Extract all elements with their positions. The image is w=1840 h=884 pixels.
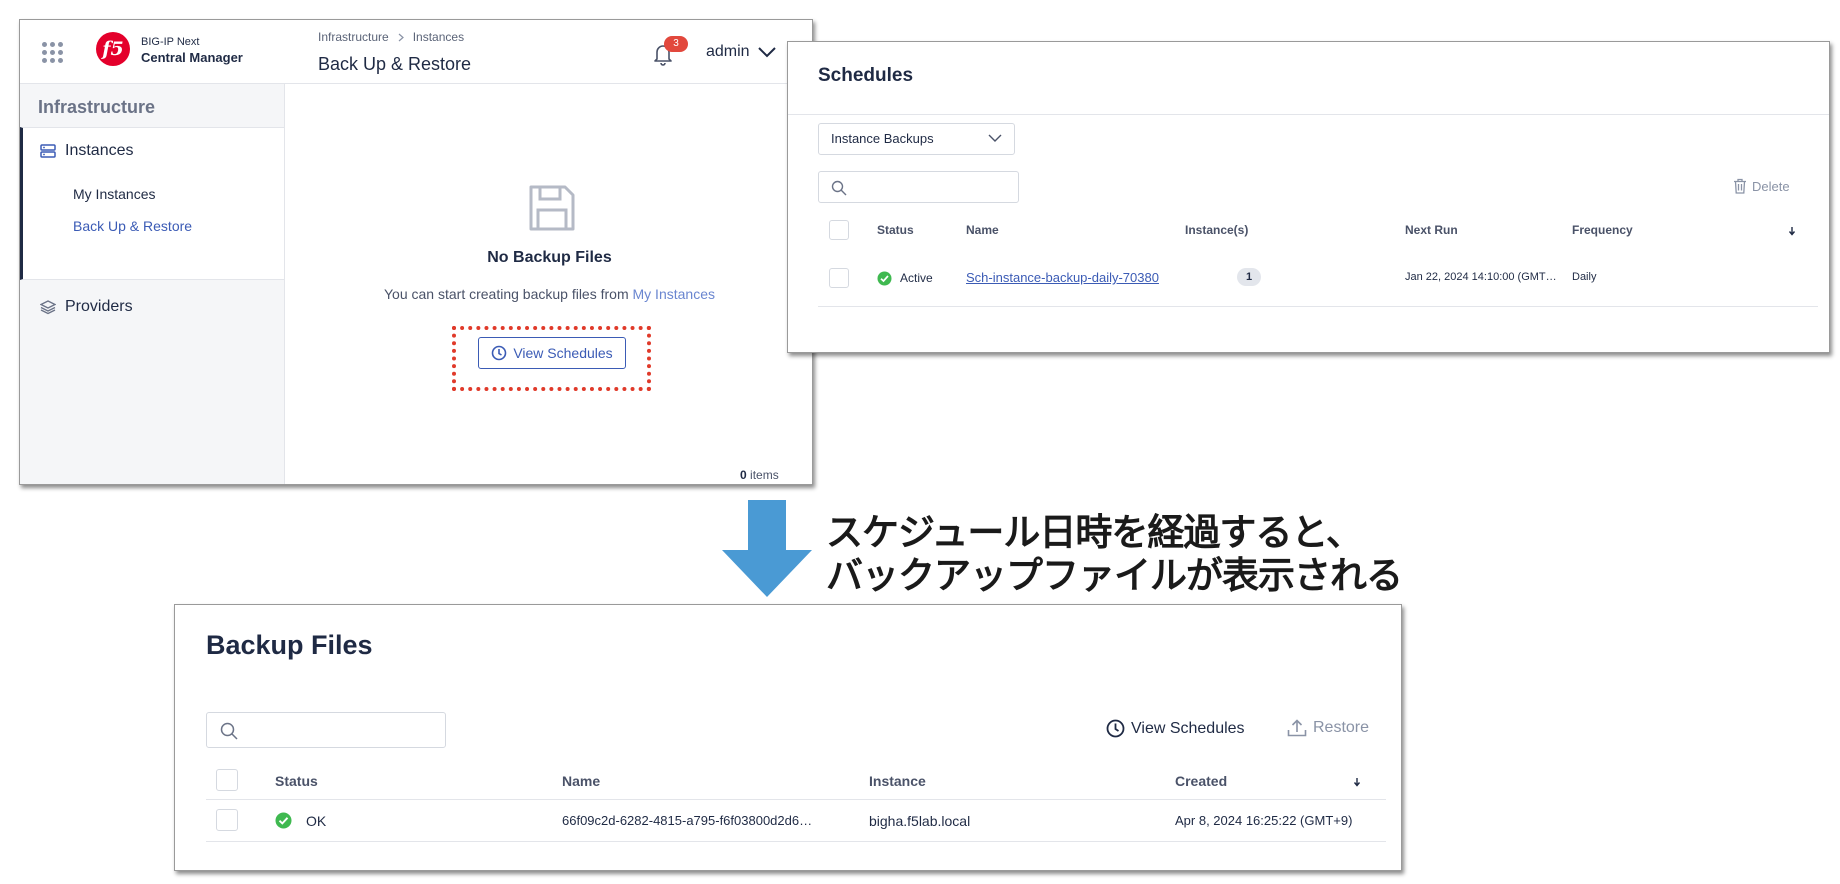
sidebar-item-back-up-restore[interactable]: Back Up & Restore	[73, 218, 192, 234]
row-instance: bigha.f5lab.local	[869, 813, 971, 829]
items-counter: 0 items	[740, 468, 779, 482]
select-all-checkbox[interactable]	[216, 769, 238, 791]
row-status: OK	[306, 813, 327, 829]
empty-state-description: You can start creating backup files from…	[285, 286, 812, 302]
backup-files-title: Backup Files	[206, 630, 373, 660]
sidebar: f5 BIG-IP Next Central Manager Infrastru…	[20, 20, 285, 484]
restore-button[interactable]: Restore	[1287, 719, 1369, 737]
view-schedules-button[interactable]: View Schedules	[478, 337, 626, 369]
row-name[interactable]: Sch-instance-backup-daily-70380	[966, 270, 1159, 285]
chevron-right-icon	[398, 33, 404, 41]
clock-icon	[1106, 719, 1125, 738]
row-name[interactable]: 66f09c2d-6282-4815-a795-f6f03800d2d6…	[562, 813, 812, 828]
select-all-checkbox[interactable]	[829, 220, 849, 240]
trash-icon	[1734, 178, 1746, 194]
my-instances-link[interactable]: My Instances	[633, 286, 715, 302]
breadcrumb-infrastructure[interactable]: Infrastructure	[318, 30, 389, 44]
column-header-instances[interactable]: Instance(s)	[1185, 223, 1248, 237]
sidebar-item-providers[interactable]: Providers	[40, 280, 133, 334]
view-schedules-label: View Schedules	[1131, 719, 1245, 737]
sidebar-item-label: Instances	[65, 142, 134, 159]
column-header-next-run[interactable]: Next Run	[1405, 223, 1458, 237]
delete-label: Delete	[1752, 178, 1790, 194]
breadcrumb-instances[interactable]: Instances	[413, 30, 464, 44]
column-header-status[interactable]: Status	[877, 223, 914, 237]
schedule-type-select[interactable]: Instance Backups	[818, 123, 1015, 155]
items-count: 0	[740, 468, 747, 482]
notification-badge: 3	[664, 36, 688, 52]
sort-arrow-icon[interactable]	[1353, 777, 1361, 787]
floppy-disk-icon	[529, 185, 575, 231]
column-header-name[interactable]: Name	[966, 223, 999, 237]
clock-icon	[492, 345, 507, 361]
items-label: items	[746, 468, 779, 482]
sidebar-item-label: Providers	[65, 298, 133, 315]
instances-count-badge: 1	[1237, 268, 1261, 286]
down-arrow	[722, 500, 812, 597]
sidebar-item-instances[interactable]: Instances My Instances Back Up & Restore	[20, 127, 284, 280]
search-icon	[220, 722, 238, 740]
row-status: Active	[900, 271, 933, 285]
row-created: Apr 8, 2024 16:25:22 (GMT+9)	[1175, 813, 1353, 828]
user-name: admin	[706, 43, 750, 60]
apps-grid-icon[interactable]	[42, 42, 64, 64]
column-header-instance[interactable]: Instance	[869, 773, 926, 789]
backup-files-search-input[interactable]	[206, 712, 446, 748]
f5-logo: f5	[96, 32, 130, 66]
header-divider	[788, 114, 1829, 115]
chevron-down-icon	[988, 134, 1002, 142]
caption-line2: バックアップファイルが表示される	[826, 554, 1403, 597]
sidebar-item-my-instances[interactable]: My Instances	[73, 186, 155, 202]
view-schedules-label: View Schedules	[513, 345, 613, 361]
layers-icon	[40, 300, 56, 315]
column-header-frequency[interactable]: Frequency	[1572, 223, 1633, 237]
empty-state-title: No Backup Files	[487, 249, 612, 266]
column-header-name[interactable]: Name	[562, 773, 600, 789]
delete-button[interactable]: Delete	[1733, 178, 1790, 194]
schedule-name-link[interactable]: Sch-instance-backup-daily-70380	[966, 270, 1159, 285]
header-divider	[206, 799, 1386, 800]
central-manager-window: f5 BIG-IP Next Central Manager Infrastru…	[19, 19, 813, 485]
row-frequency: Daily	[1572, 271, 1597, 283]
sort-arrow-icon[interactable]	[1788, 226, 1796, 236]
backup-files-window: Backup Files View Schedules Restore Stat…	[174, 604, 1402, 871]
upload-icon	[1287, 719, 1307, 737]
row-checkbox[interactable]	[216, 809, 238, 831]
search-icon	[831, 180, 847, 196]
schedule-type-value: Instance Backups	[831, 131, 934, 146]
row-checkbox[interactable]	[829, 268, 849, 288]
brand-line1: BIG-IP Next	[141, 36, 200, 48]
schedules-title: Schedules	[818, 65, 914, 86]
schedules-search-input[interactable]	[818, 171, 1019, 203]
empty-state-text: You can start creating backup files from	[384, 286, 633, 302]
breadcrumb: Infrastructure Instances	[318, 30, 464, 44]
row-divider	[206, 841, 1386, 842]
check-circle-icon	[877, 271, 892, 286]
page-title: Back Up & Restore	[318, 54, 472, 74]
top-bar: Infrastructure Instances Back Up & Resto…	[285, 20, 812, 84]
column-header-created[interactable]: Created	[1175, 773, 1227, 789]
schedules-window: Schedules Instance Backups Delete Status…	[787, 41, 1830, 353]
column-header-status[interactable]: Status	[275, 773, 318, 789]
check-circle-icon	[275, 812, 292, 829]
row-next-run: Jan 22, 2024 14:10:00 (GMT…	[1405, 271, 1557, 283]
chevron-down-icon	[757, 46, 776, 57]
brand-line2: Central Manager	[141, 50, 243, 65]
server-icon	[40, 144, 56, 158]
user-menu[interactable]: admin	[706, 43, 776, 61]
brand-header: f5 BIG-IP Next Central Manager	[20, 20, 285, 84]
row-divider	[818, 306, 1818, 307]
view-schedules-button[interactable]: View Schedules	[1106, 719, 1245, 738]
restore-label: Restore	[1313, 719, 1370, 736]
sidebar-section-title: Infrastructure	[38, 97, 156, 117]
